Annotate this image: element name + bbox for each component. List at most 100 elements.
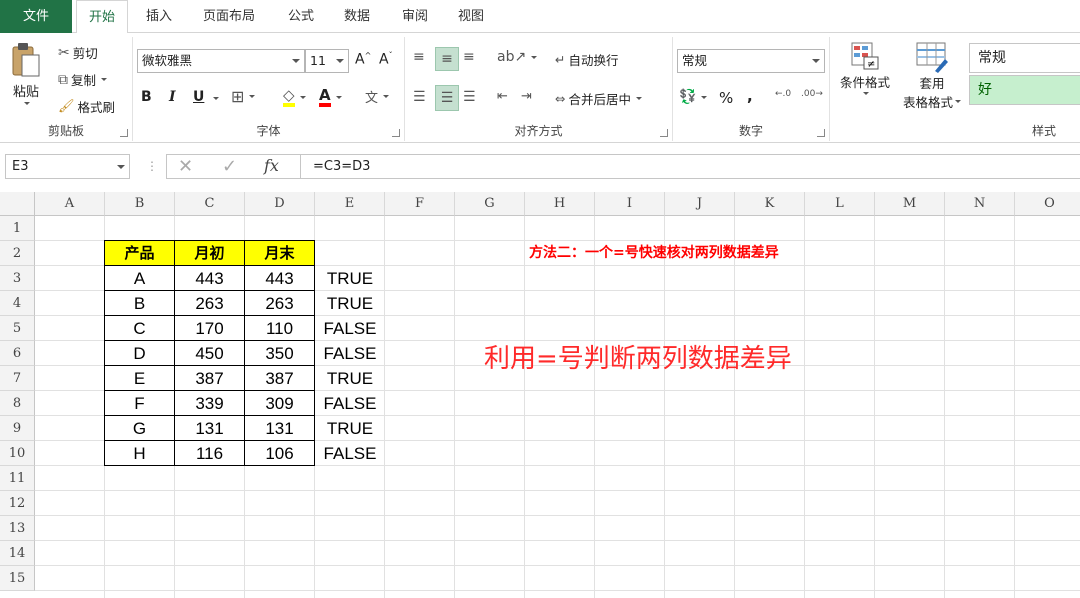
- tab-view[interactable]: 视图: [448, 0, 494, 33]
- paste-button[interactable]: 粘贴: [10, 41, 42, 105]
- table-cell[interactable]: D: [104, 340, 175, 366]
- font-color-button[interactable]: A: [319, 87, 342, 107]
- align-middle-button[interactable]: ≡: [435, 47, 459, 71]
- phonetic-button[interactable]: 文: [365, 87, 390, 106]
- column-header[interactable]: C: [175, 192, 245, 216]
- table-cell[interactable]: G: [104, 415, 175, 441]
- copy-dropdown-icon[interactable]: [101, 78, 108, 81]
- row-header[interactable]: 7: [0, 366, 35, 391]
- column-header[interactable]: M: [875, 192, 945, 216]
- comparison-result-cell[interactable]: FALSE: [315, 391, 385, 416]
- table-cell[interactable]: 443: [244, 265, 315, 291]
- table-header-cell[interactable]: 月末: [244, 240, 315, 266]
- comparison-result-cell[interactable]: TRUE: [315, 416, 385, 441]
- copy-button[interactable]: ⧉ 复制: [58, 70, 108, 89]
- row-header[interactable]: 13: [0, 516, 35, 541]
- cancel-icon[interactable]: ✕: [178, 156, 193, 177]
- font-size-select[interactable]: 11: [305, 49, 349, 73]
- comparison-result-cell[interactable]: TRUE: [315, 366, 385, 391]
- column-header[interactable]: O: [1015, 192, 1080, 216]
- decrease-indent-button[interactable]: ⇤: [497, 89, 508, 104]
- table-cell[interactable]: 350: [244, 340, 315, 366]
- percent-button[interactable]: %: [719, 89, 733, 107]
- row-header[interactable]: 3: [0, 266, 35, 291]
- table-cell[interactable]: E: [104, 365, 175, 391]
- format-painter-button[interactable]: 🖌 格式刷: [58, 97, 115, 116]
- table-header-cell[interactable]: 产品: [104, 240, 175, 266]
- table-header-cell[interactable]: 月初: [174, 240, 245, 266]
- select-all-corner[interactable]: [0, 192, 35, 216]
- shrink-font-button[interactable]: Aˇ: [379, 51, 393, 68]
- column-header[interactable]: A: [35, 192, 105, 216]
- orientation-button[interactable]: ab↗: [497, 49, 538, 65]
- table-cell[interactable]: 170: [174, 315, 245, 341]
- align-bottom-button[interactable]: ≡: [463, 49, 475, 65]
- tab-formulas[interactable]: 公式: [278, 0, 324, 33]
- increase-decimal-button[interactable]: ←.0: [775, 89, 791, 99]
- underline-button[interactable]: U: [193, 89, 204, 105]
- column-header[interactable]: B: [105, 192, 175, 216]
- column-header[interactable]: E: [315, 192, 385, 216]
- table-cell[interactable]: 387: [174, 365, 245, 391]
- column-header[interactable]: L: [805, 192, 875, 216]
- decrease-decimal-button[interactable]: .00→: [801, 89, 823, 99]
- column-header[interactable]: F: [385, 192, 455, 216]
- number-format-select[interactable]: 常规: [677, 49, 825, 73]
- table-cell[interactable]: 387: [244, 365, 315, 391]
- row-header[interactable]: 5: [0, 316, 35, 341]
- row-header[interactable]: 12: [0, 491, 35, 516]
- comparison-result-cell[interactable]: FALSE: [315, 316, 385, 341]
- tab-home[interactable]: 开始: [76, 0, 128, 34]
- table-cell[interactable]: 106: [244, 440, 315, 466]
- tab-data[interactable]: 数据: [334, 0, 380, 33]
- table-format-button[interactable]: 套用 表格格式: [898, 41, 966, 111]
- clipboard-launcher-icon[interactable]: [120, 129, 128, 137]
- row-header[interactable]: 11: [0, 466, 35, 491]
- fill-color-button[interactable]: ◇: [283, 87, 306, 107]
- border-button[interactable]: ⊞: [231, 87, 256, 106]
- comparison-result-cell[interactable]: FALSE: [315, 441, 385, 466]
- table-cell[interactable]: 443: [174, 265, 245, 291]
- row-header[interactable]: 9: [0, 416, 35, 441]
- table-cell[interactable]: 263: [244, 290, 315, 316]
- conditional-format-button[interactable]: ≠ 条件格式: [834, 41, 896, 95]
- column-header[interactable]: D: [245, 192, 315, 216]
- table-cell[interactable]: C: [104, 315, 175, 341]
- font-name-select[interactable]: 微软雅黑: [137, 49, 305, 73]
- column-header[interactable]: K: [735, 192, 805, 216]
- worksheet-grid[interactable]: ABCDEFGHIJKLMNO 1 2 3 4 5 6 7 8 9 10 11 12 13 14 15 产品…: [0, 192, 1080, 598]
- table-cell[interactable]: 116: [174, 440, 245, 466]
- italic-button[interactable]: I: [169, 89, 176, 105]
- cut-button[interactable]: ✂ 剪切: [58, 43, 98, 62]
- column-header[interactable]: J: [665, 192, 735, 216]
- grow-font-button[interactable]: A^: [355, 51, 371, 68]
- column-header[interactable]: I: [595, 192, 665, 216]
- row-header[interactable]: 15: [0, 566, 35, 591]
- column-header[interactable]: G: [455, 192, 525, 216]
- comma-button[interactable]: ,: [747, 87, 753, 105]
- table-cell[interactable]: H: [104, 440, 175, 466]
- align-right-button[interactable]: ☰: [463, 89, 476, 105]
- underline-dropdown-icon[interactable]: [213, 97, 219, 100]
- number-launcher-icon[interactable]: [817, 129, 825, 137]
- align-left-button[interactable]: ☰: [413, 89, 426, 105]
- row-header[interactable]: 4: [0, 291, 35, 316]
- table-cell[interactable]: A: [104, 265, 175, 291]
- table-cell[interactable]: 450: [174, 340, 245, 366]
- align-top-button[interactable]: ≡: [413, 49, 425, 65]
- table-cell[interactable]: 309: [244, 390, 315, 416]
- table-cell[interactable]: F: [104, 390, 175, 416]
- insert-function-button[interactable]: fx: [264, 156, 279, 175]
- tab-review[interactable]: 审阅: [392, 0, 438, 33]
- merge-center-button[interactable]: ⇔ 合并后居中: [555, 89, 642, 108]
- increase-indent-button[interactable]: ⇥: [521, 89, 532, 104]
- table-cell[interactable]: 339: [174, 390, 245, 416]
- column-header[interactable]: H: [525, 192, 595, 216]
- row-header[interactable]: 10: [0, 441, 35, 466]
- bold-button[interactable]: B: [141, 89, 152, 105]
- alignment-launcher-icon[interactable]: [660, 129, 668, 137]
- tab-file[interactable]: 文件: [0, 0, 72, 33]
- table-cell[interactable]: 131: [174, 415, 245, 441]
- row-header[interactable]: 8: [0, 391, 35, 416]
- table-cell[interactable]: B: [104, 290, 175, 316]
